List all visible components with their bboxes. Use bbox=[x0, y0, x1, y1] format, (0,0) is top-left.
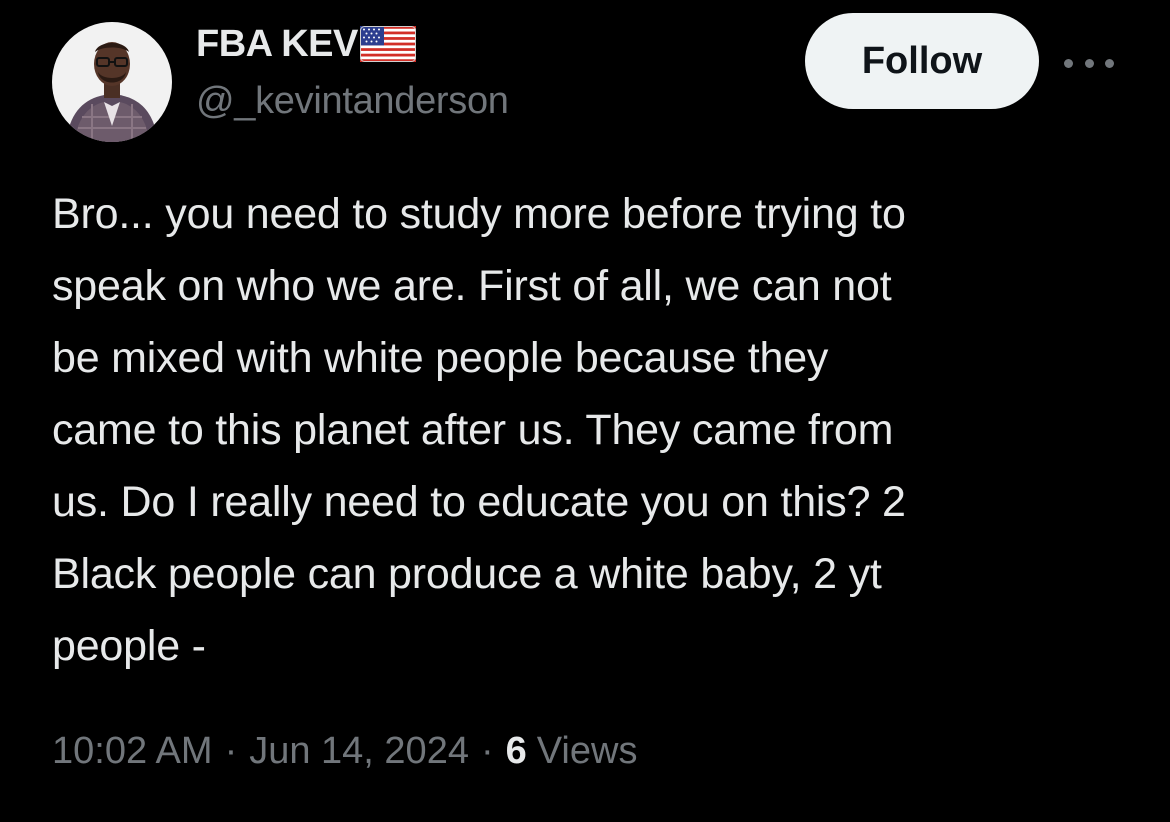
tweet-text-line: came to this planet after us. They came … bbox=[52, 406, 894, 454]
more-dot bbox=[1105, 58, 1114, 68]
tweet-text-line: be mixed with white people because they bbox=[52, 334, 829, 382]
us-flag-icon bbox=[359, 26, 416, 62]
tweet-text-line: Bro... you need to study more before try… bbox=[52, 190, 906, 238]
name-row: FBA KEV bbox=[196, 20, 416, 68]
tweet-text-line: people - bbox=[52, 622, 206, 670]
follow-button[interactable]: Follow bbox=[805, 13, 1039, 109]
more-dot bbox=[1064, 58, 1073, 68]
tweet-text-line: speak on who we are. First of all, we ca… bbox=[52, 262, 892, 310]
tweet-date[interactable]: Jun 14, 2024 bbox=[249, 730, 469, 773]
meta-separator: · bbox=[480, 730, 494, 772]
user-handle[interactable]: @_kevintanderson bbox=[196, 80, 509, 123]
avatar-image bbox=[52, 22, 172, 142]
views-count[interactable]: 6 bbox=[506, 730, 527, 773]
meta-separator: · bbox=[224, 730, 238, 772]
tweet-time[interactable]: 10:02 AM bbox=[52, 730, 213, 773]
more-dot bbox=[1084, 58, 1094, 68]
tweet-text-line: Black people can produce a white baby, 2… bbox=[52, 550, 882, 598]
tweet: FBA KEV @_kevintanderson Follow Bro... y… bbox=[0, 0, 1170, 822]
tweet-meta: 10:02 AM · Jun 14, 2024 · 6 Views bbox=[52, 730, 637, 773]
views-label[interactable]: Views bbox=[537, 730, 638, 773]
avatar[interactable] bbox=[52, 22, 172, 142]
tweet-text: Bro... you need to study more before try… bbox=[52, 178, 1132, 682]
display-name[interactable]: FBA KEV bbox=[196, 23, 358, 66]
more-horizontal-icon[interactable] bbox=[1064, 50, 1114, 76]
tweet-text-line: us. Do I really need to educate you on t… bbox=[52, 478, 906, 526]
